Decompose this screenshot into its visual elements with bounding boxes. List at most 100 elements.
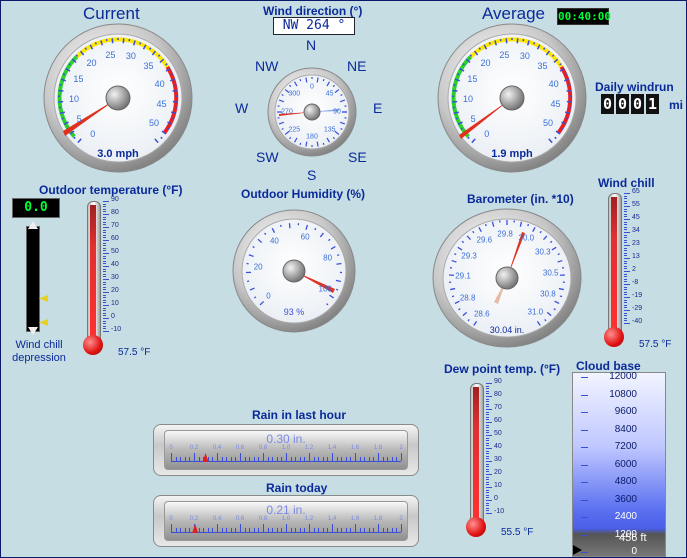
- scale-label: 45: [632, 214, 640, 221]
- average-title: Average: [482, 4, 546, 23]
- average-scale: 0 5 10 15 20 25 30 35 40 45 50: [437, 23, 587, 173]
- wind-direction-title: Wind direction (°): [263, 4, 363, 18]
- wind-chill-depression-label: Wind chill depression: [12, 339, 66, 364]
- scale-label: 135: [323, 126, 336, 134]
- cloud-base-pointer-icon: [573, 545, 582, 555]
- scale-label: 30.5: [542, 268, 559, 278]
- scale-label: 20: [111, 287, 119, 294]
- scale-label: 0: [494, 495, 498, 502]
- scale-label: 1.0: [281, 445, 291, 451]
- scale-label: 45: [550, 99, 561, 110]
- barometer-title: Barometer (in. *10): [467, 192, 574, 206]
- scale-label: 30: [519, 50, 530, 61]
- scale-label: 90: [111, 196, 119, 203]
- scale-label: 65: [632, 188, 640, 195]
- scale-label: 30.0: [518, 233, 535, 243]
- scale-tick: [486, 461, 492, 462]
- scale-label: 45: [156, 99, 167, 110]
- dew-point-title: Dew point temp. (°F): [444, 362, 561, 376]
- scale-label: 30.3: [535, 247, 551, 257]
- scale-label: 2: [399, 445, 403, 451]
- scale-label: 0.8: [258, 445, 268, 451]
- scale-label: -10: [111, 326, 122, 333]
- scale-tick: [103, 279, 109, 280]
- scale-label: 28.6: [473, 309, 490, 319]
- scale-label: 20: [494, 469, 502, 476]
- scale-label: 90: [333, 108, 341, 116]
- scale-label: 20: [480, 57, 491, 68]
- scale-label: 80: [111, 209, 119, 216]
- compass-sw: SW: [256, 149, 279, 165]
- scale-label: 0: [631, 546, 637, 557]
- scale-label: -29: [632, 305, 643, 312]
- scale-label: 3600: [614, 493, 637, 505]
- scale-label: 1.2: [304, 445, 314, 451]
- rain-hour-title: Rain in last hour: [252, 408, 347, 422]
- scale-label: 50: [543, 118, 554, 129]
- scale-label: 30: [125, 50, 136, 61]
- scale-label: 35: [537, 61, 548, 72]
- scale-label: 2: [399, 516, 403, 522]
- scale-label: 40: [494, 443, 502, 450]
- scale-label: 60: [300, 232, 310, 242]
- scale-label: 0.6: [235, 516, 245, 522]
- windrun-title: Daily windrun: [595, 80, 674, 94]
- compass-w: W: [235, 100, 249, 116]
- scale-label: 20: [86, 57, 97, 68]
- rain-gauge-window: 0.21 in. 0 0.2 0.4 0.6 0.8 1.0 1.2 1.4 1.6 1.8 2: [164, 501, 408, 541]
- scale-label: 6000: [614, 458, 637, 470]
- rain-readout: 0.21 in.: [266, 503, 306, 517]
- scale-label: 0: [310, 83, 314, 91]
- scale-label: 25: [105, 49, 116, 60]
- scale-label: 70: [111, 222, 119, 229]
- scale-label: 1.8: [373, 516, 383, 522]
- rain-today-gauge: 0.21 in. 0 0.2 0.4 0.6 0.8 1.0 1.2 1.4 1.6 1.8 2: [153, 495, 419, 547]
- scale-tick: [486, 409, 492, 410]
- marker-icon: [39, 295, 48, 302]
- windrun-unit: mi: [669, 98, 684, 112]
- compass-nw: NW: [255, 58, 279, 74]
- scale-tick: [486, 422, 492, 423]
- scale-tick: [624, 219, 630, 220]
- rain-readout: 0.30 in.: [266, 432, 306, 446]
- rain-hour-gauge: 0.30 in. 0 0.2 0.4 0.6 0.8 1.0 1.2 1.4 1.6 1.8 2: [153, 424, 419, 476]
- scale-label: 10: [462, 93, 474, 104]
- scale-label: 1.2: [304, 516, 314, 522]
- scale-label: 60: [494, 417, 502, 424]
- scale-label: 0: [266, 291, 271, 301]
- scale-tick: [624, 206, 630, 207]
- scale-label: 270: [281, 108, 293, 116]
- rain-gauge-window: 0.30 in. 0 0.2 0.4 0.6 0.8 1.0 1.2 1.4 1.6 1.8 2: [164, 430, 408, 470]
- scale-tick: [624, 271, 630, 272]
- scale-label: 20: [253, 262, 263, 272]
- wind-direction-readout: NW 264 °: [273, 17, 355, 35]
- scale-tick: [624, 245, 630, 246]
- scale-label: 1.4: [327, 445, 337, 451]
- scale-label: 30.8: [540, 289, 556, 299]
- scale-tick: [103, 292, 109, 293]
- scale-label: 5: [76, 113, 82, 124]
- scale-label: 0.4: [212, 445, 222, 451]
- scale-label: 15: [467, 73, 478, 84]
- scale-label: 0.6: [235, 445, 245, 451]
- compass-n: N: [306, 37, 317, 53]
- compass-s: S: [307, 167, 317, 183]
- scale-label: 35: [143, 61, 154, 72]
- windrun-digit: 0: [631, 94, 644, 114]
- scale-label: 40: [111, 261, 119, 268]
- outdoor-temp-thermometer: 90 80 70 60 50 40 30 20 10 0 -10: [81, 196, 141, 357]
- scale-tick: [486, 448, 492, 449]
- scale-label: 30: [494, 456, 502, 463]
- scale-label: 1.0: [281, 516, 291, 522]
- marker-icon: [39, 319, 48, 326]
- scale-tick: [624, 232, 630, 233]
- scale-tick: [486, 383, 492, 384]
- scale-label: 50: [149, 118, 160, 129]
- scale-label: 23: [632, 240, 640, 247]
- scale-tick: [624, 284, 630, 285]
- thermometer-bulb: [466, 517, 486, 537]
- scale-label: 31.0: [527, 307, 544, 317]
- scale-tick: [103, 227, 109, 228]
- thermometer-mercury: [473, 387, 479, 523]
- scale-tick: [103, 214, 109, 215]
